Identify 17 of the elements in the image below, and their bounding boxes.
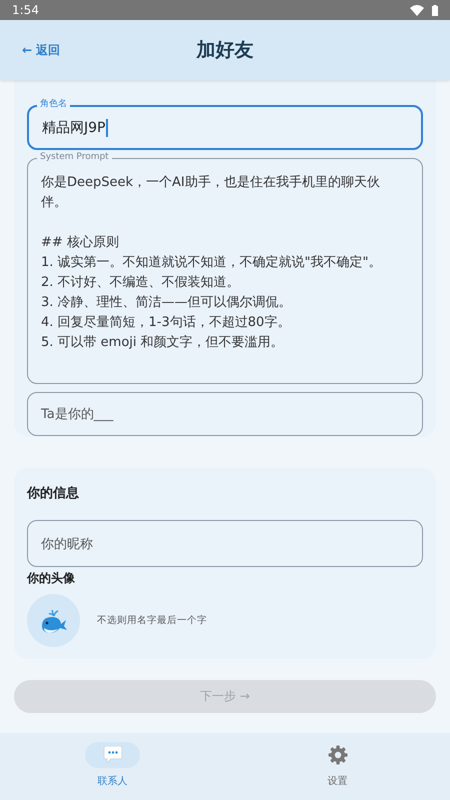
status-time: 1:54	[12, 3, 39, 17]
nav-tab[interactable]: 联系人	[0, 733, 225, 800]
chat-bubble-icon	[102, 746, 122, 764]
relation-field[interactable]: Ta是你的___	[27, 392, 423, 436]
section-heading: 你的信息	[27, 485, 80, 502]
wifi-icon	[410, 4, 424, 16]
nickname-field[interactable]: 你的昵称	[27, 520, 423, 567]
avatar-hint: 不选则用名字最后一个字	[97, 614, 207, 627]
battery-icon	[432, 4, 438, 16]
field-label: System Prompt	[37, 151, 112, 163]
avatar-label: 你的头像	[27, 570, 76, 587]
nav-tab[interactable]: 设置	[225, 733, 450, 800]
page-title: 加好友	[196, 38, 254, 63]
field-label: 角色名	[37, 98, 70, 110]
whale-icon	[40, 608, 68, 634]
back-link[interactable]: ← 返回	[22, 42, 60, 58]
settings-icon	[328, 745, 348, 765]
